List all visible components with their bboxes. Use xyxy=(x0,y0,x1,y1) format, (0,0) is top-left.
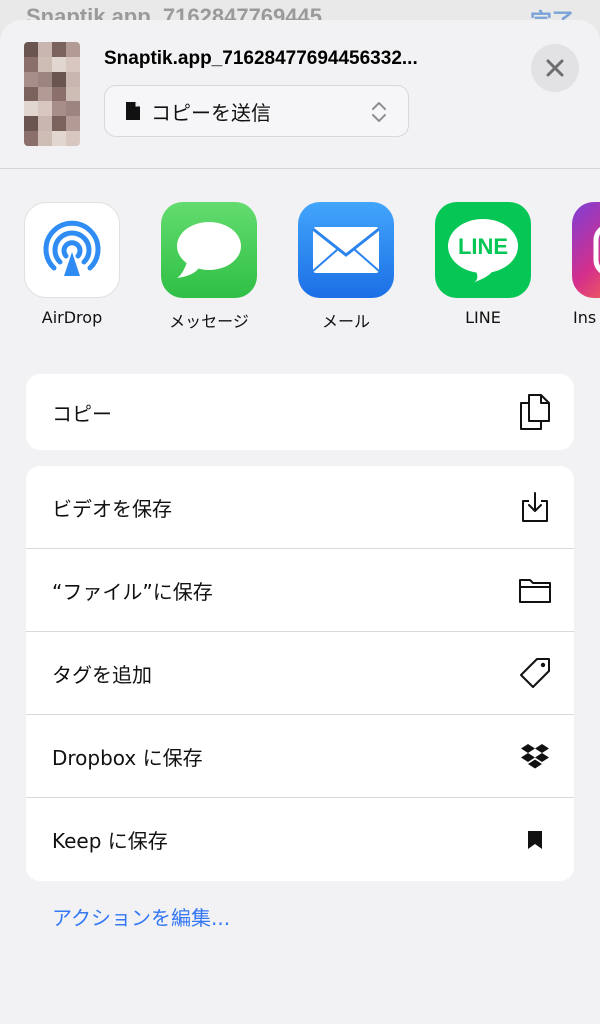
action-label: Dropbox に保存 xyxy=(52,745,203,770)
app-line[interactable]: LINE LINE xyxy=(428,202,538,332)
copy-action-group: コピー xyxy=(26,374,574,450)
video-thumbnail xyxy=(24,42,80,146)
copy-doc-icon xyxy=(518,394,552,430)
action-add-tag[interactable]: タグを追加 xyxy=(26,632,574,715)
bookmark-icon xyxy=(518,823,552,857)
save-to-device-icon xyxy=(518,490,552,524)
share-apps-row: AirDrop メッセージ メール LINE LINE Ins xyxy=(0,202,600,332)
app-instagram[interactable]: Ins xyxy=(565,202,600,332)
mail-icon xyxy=(312,227,380,273)
line-icon: LINE xyxy=(448,219,518,283)
instagram-icon xyxy=(593,226,600,274)
send-mode-select[interactable]: コピーを送信 xyxy=(104,85,409,137)
app-label: AirDrop xyxy=(41,308,103,327)
action-save-to-keep[interactable]: Keep に保存 xyxy=(26,798,574,881)
edit-actions-link[interactable]: アクションを編集... xyxy=(52,902,230,931)
action-save-video[interactable]: ビデオを保存 xyxy=(26,466,574,549)
app-label: LINE xyxy=(465,308,501,327)
chevron-up-down-icon xyxy=(372,102,386,122)
file-name: Snaptik.app_71628477694456332... xyxy=(104,48,418,69)
airdrop-icon xyxy=(43,220,101,276)
app-icon-bg xyxy=(298,202,394,298)
app-mail[interactable]: メール xyxy=(291,202,401,332)
action-label: Keep に保存 xyxy=(52,829,168,853)
folder-icon xyxy=(518,573,552,607)
action-save-to-files[interactable]: “ファイル”に保存 xyxy=(26,549,574,632)
app-icon-bg xyxy=(572,202,600,298)
share-sheet-header: Snaptik.app_71628477694456332... コピーを送信 xyxy=(0,20,600,169)
messages-icon xyxy=(177,222,241,278)
dropbox-icon xyxy=(518,739,552,773)
send-mode-label: コピーを送信 xyxy=(151,100,271,125)
action-label: コピー xyxy=(52,401,112,426)
app-icon-bg: LINE xyxy=(435,202,531,298)
action-label: “ファイル”に保存 xyxy=(52,579,213,604)
document-icon xyxy=(126,102,140,120)
app-messages[interactable]: メッセージ xyxy=(154,202,264,332)
xmark-icon xyxy=(546,59,564,77)
app-label: Ins xyxy=(573,308,597,327)
tag-icon xyxy=(518,656,552,690)
app-label: メッセージ xyxy=(169,312,249,331)
close-button[interactable] xyxy=(531,44,579,92)
app-icon-bg xyxy=(24,202,120,298)
main-action-group: ビデオを保存 “ファイル”に保存 タグを追加 Dropbox に保存 Keep … xyxy=(26,466,574,881)
app-label: メール xyxy=(321,312,370,331)
svg-text:LINE: LINE xyxy=(458,234,508,259)
app-airdrop[interactable]: AirDrop xyxy=(17,202,127,332)
action-save-to-dropbox[interactable]: Dropbox に保存 xyxy=(26,715,574,798)
share-sheet: Snaptik.app_71628477694456332... コピーを送信 xyxy=(0,20,600,1024)
action-label: ビデオを保存 xyxy=(52,496,172,521)
action-label: タグを追加 xyxy=(52,662,152,687)
app-icon-bg xyxy=(161,202,257,298)
action-copy[interactable]: コピー xyxy=(26,374,574,450)
